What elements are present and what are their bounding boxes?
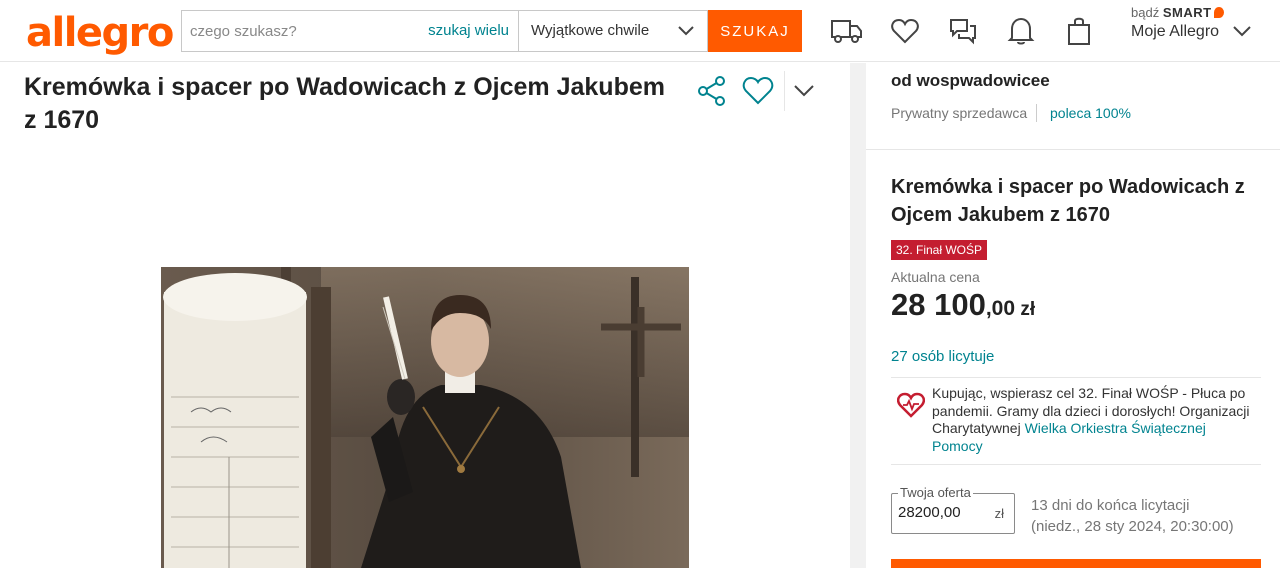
share-icon[interactable] bbox=[696, 75, 728, 112]
top-header: allegro szukaj wielu Wyjątkowe chwile SZ… bbox=[0, 0, 1280, 62]
search-box: szukaj wielu bbox=[181, 10, 519, 52]
action-divider bbox=[784, 71, 785, 111]
bid-currency: zł bbox=[994, 506, 1004, 521]
seller-rating[interactable]: poleca 100% bbox=[1050, 105, 1131, 121]
bid-input[interactable] bbox=[898, 504, 978, 521]
currency-label: zł bbox=[1020, 299, 1036, 320]
seller-name[interactable]: od wospwadowicee bbox=[891, 71, 1050, 91]
delivery-truck-icon[interactable] bbox=[829, 15, 863, 47]
smart-promo[interactable]: bądź SMART bbox=[1131, 5, 1224, 20]
category-select[interactable]: Wyjątkowe chwile bbox=[518, 10, 708, 52]
shopping-bag-icon[interactable] bbox=[1062, 15, 1096, 47]
smart-prefix: bądź bbox=[1131, 5, 1160, 20]
separator bbox=[1036, 104, 1037, 122]
countdown-days: 13 dni do końca licytacji bbox=[1031, 497, 1190, 514]
seller-type: Prywatny sprzedawca bbox=[891, 105, 1028, 121]
heart-icon[interactable] bbox=[742, 75, 774, 112]
messages-icon[interactable] bbox=[946, 15, 980, 47]
offer-panel: od wospwadowicee Prywatny sprzedawca pol… bbox=[866, 63, 1280, 568]
smart-badge-icon bbox=[1213, 7, 1224, 18]
price-label: Aktualna cena bbox=[891, 269, 980, 285]
smart-label: SMART bbox=[1162, 5, 1212, 20]
price-integer: 28 100 bbox=[891, 287, 986, 322]
bell-icon[interactable] bbox=[1004, 15, 1038, 47]
bid-label: Twoja oferta bbox=[898, 485, 973, 500]
bid-button[interactable] bbox=[891, 559, 1261, 568]
heart-icon[interactable] bbox=[888, 15, 922, 47]
search-input[interactable] bbox=[190, 11, 420, 51]
offer-title: Kremówka i spacer po Wadowicach z Ojcem … bbox=[891, 176, 1245, 226]
main-content: Kremówka i spacer po Wadowicach z Ojcem … bbox=[0, 63, 850, 568]
panel-divider bbox=[866, 149, 1280, 150]
wosp-heart-icon bbox=[896, 392, 926, 423]
account-menu[interactable]: Moje Allegro bbox=[1131, 23, 1219, 41]
charity-text: Kupując, wspierasz cel 32. Finał WOŚP - … bbox=[932, 385, 1252, 455]
auction-countdown: 13 dni do końca licytacji (niedz., 28 st… bbox=[1031, 495, 1234, 537]
search-button[interactable]: SZUKAJ bbox=[708, 10, 802, 52]
allegro-logo[interactable]: allegro bbox=[26, 10, 174, 56]
product-photo[interactable] bbox=[161, 267, 689, 568]
chevron-down-icon[interactable] bbox=[1232, 24, 1252, 38]
countdown-end-date: (niedz., 28 sty 2024, 20:30:00) bbox=[1031, 518, 1234, 535]
price-decimal: ,00 bbox=[985, 297, 1016, 320]
price-currency: zł bbox=[1015, 299, 1035, 320]
column-divider bbox=[850, 63, 866, 568]
category-label: Wyjątkowe chwile bbox=[531, 22, 650, 39]
page-title: Kremówka i spacer po Wadowicach z Ojcem … bbox=[24, 73, 665, 134]
chevron-down-icon bbox=[678, 26, 694, 36]
current-price: 28 100,00 zł bbox=[891, 287, 1035, 323]
search-many-link[interactable]: szukaj wielu bbox=[428, 22, 509, 39]
wosp-badge: 32. Finał WOŚP bbox=[891, 240, 988, 260]
chevron-down-icon[interactable] bbox=[791, 81, 817, 106]
bid-field[interactable]: Twoja oferta zł bbox=[891, 485, 1015, 534]
charity-box: Kupując, wspierasz cel 32. Finał WOŚP - … bbox=[891, 377, 1261, 465]
bidders-count[interactable]: 27 osób licytuje bbox=[891, 348, 994, 365]
